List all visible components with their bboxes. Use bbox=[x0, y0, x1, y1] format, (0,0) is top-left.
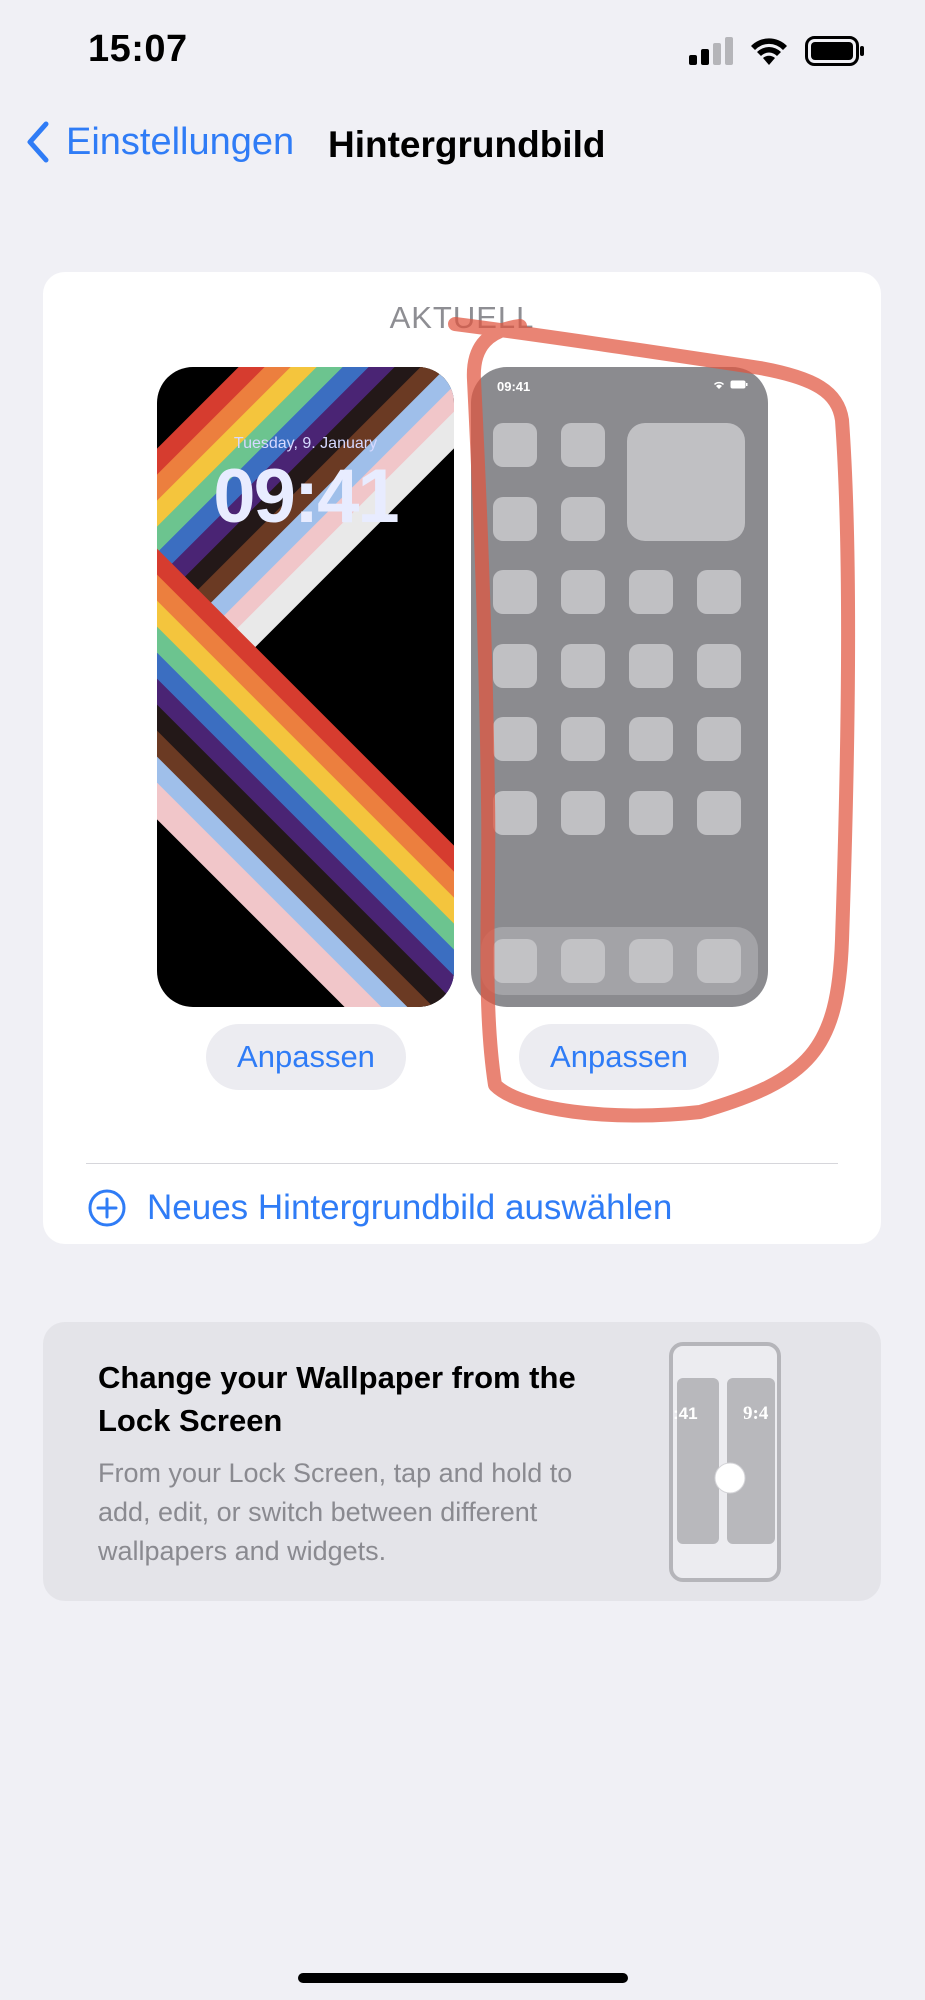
battery-icon bbox=[805, 36, 864, 66]
page-title: Hintergrundbild bbox=[328, 124, 606, 165]
home-screen-preview[interactable]: 09:41 bbox=[471, 367, 768, 1007]
lock-screen-tip-card: Change your Wallpaper from the Lock Scre… bbox=[43, 1322, 881, 1601]
section-label: AKTUELL bbox=[389, 300, 535, 335]
app-icon-placeholder bbox=[493, 497, 537, 541]
status-icons bbox=[689, 34, 865, 68]
chevron-left-icon bbox=[27, 121, 49, 163]
app-icon-placeholder bbox=[561, 497, 605, 541]
customize-lock-screen-button[interactable]: Anpassen bbox=[206, 1024, 406, 1090]
app-icon-placeholder bbox=[493, 717, 537, 761]
tip-title: Change your Wallpaper from the Lock Scre… bbox=[98, 1360, 576, 1438]
app-icon-placeholder bbox=[697, 717, 741, 761]
home-indicator[interactable] bbox=[298, 1973, 628, 1983]
wifi-icon bbox=[751, 38, 787, 65]
divider bbox=[86, 1163, 838, 1164]
dock-icon-placeholder bbox=[493, 939, 537, 983]
app-icon-placeholder bbox=[561, 644, 605, 688]
app-icon-placeholder bbox=[697, 644, 741, 688]
app-icon-placeholder bbox=[493, 570, 537, 614]
app-icon-placeholder bbox=[697, 570, 741, 614]
new-wallpaper-button[interactable]: Neues Hintergrundbild auswählen bbox=[87, 1188, 672, 1228]
status-time: 15:07 bbox=[88, 28, 188, 70]
app-icon-placeholder bbox=[493, 423, 537, 467]
wifi-icon bbox=[714, 381, 724, 389]
dock-icon-placeholder bbox=[629, 939, 673, 983]
lock-screen-date: Tuesday, 9. January bbox=[233, 435, 378, 452]
new-wallpaper-label: Neues Hintergrundbild auswählen bbox=[147, 1188, 673, 1227]
battery-icon bbox=[730, 380, 748, 389]
dock bbox=[481, 927, 758, 995]
home-preview-time: 09:41 bbox=[497, 379, 531, 394]
app-icon-placeholder bbox=[561, 423, 605, 467]
back-button[interactable]: Einstellungen bbox=[24, 120, 294, 164]
dock-icon-placeholder bbox=[697, 939, 741, 983]
lock-screen-preview[interactable]: Tuesday, 9. January 09:41 bbox=[157, 367, 454, 1007]
app-icon-placeholder bbox=[493, 644, 537, 688]
lock-screen-switch-illustration: :41 9:4 bbox=[669, 1342, 781, 1582]
app-icon-placeholder bbox=[493, 791, 537, 835]
home-preview-status-icons bbox=[713, 380, 748, 389]
tip-body: From your Lock Screen, tap and hold to a… bbox=[98, 1458, 573, 1566]
lock-screen-time: 09:41 bbox=[213, 454, 399, 539]
app-icon-placeholder bbox=[629, 570, 673, 614]
back-button-label: Einstellungen bbox=[66, 120, 295, 163]
app-icon-placeholder bbox=[629, 644, 673, 688]
customize-home-screen-button[interactable]: Anpassen bbox=[519, 1024, 719, 1090]
app-icon-placeholder bbox=[697, 791, 741, 835]
dock-icon-placeholder bbox=[561, 939, 605, 983]
app-icon-placeholder bbox=[629, 717, 673, 761]
current-wallpaper-card: AKTUELL Tuesday, 9. January 09:41 09:41 … bbox=[43, 272, 881, 1244]
app-icon-placeholder bbox=[629, 791, 673, 835]
cellular-signal-icon bbox=[689, 37, 733, 65]
app-icon-placeholder bbox=[561, 570, 605, 614]
plus-circle-icon bbox=[88, 1189, 126, 1227]
illustration-left-time: :41 bbox=[673, 1404, 698, 1423]
illustration-right-time: 9:4 bbox=[743, 1403, 769, 1424]
widget-placeholder bbox=[627, 423, 745, 541]
app-icon-placeholder bbox=[561, 717, 605, 761]
app-icon-placeholder bbox=[561, 791, 605, 835]
